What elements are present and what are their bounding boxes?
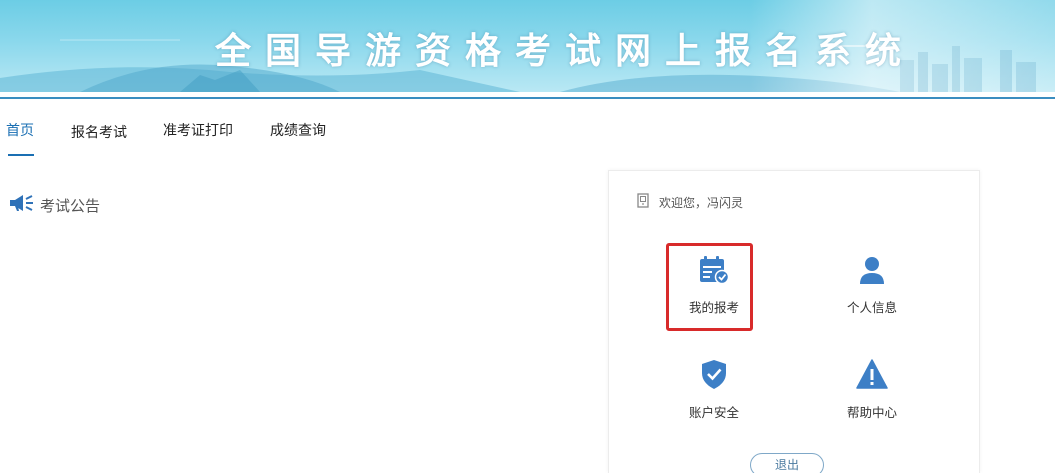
nav-item-admission-ticket[interactable]: 准考证打印 — [163, 120, 233, 140]
tile-personal-info[interactable]: 个人信息 — [817, 255, 927, 316]
header-banner: 全国导游资格考试网上报名系统 — [0, 0, 1055, 92]
calendar-check-icon — [659, 255, 769, 289]
nav-item-home[interactable]: 首页 — [6, 120, 34, 140]
notice-label[interactable]: 考试公告 — [40, 195, 100, 216]
warning-icon — [817, 358, 927, 394]
notice-header: 考试公告 — [8, 193, 100, 217]
welcome-row: 欢迎您，冯闪灵 — [637, 193, 743, 211]
logout-button[interactable]: 退出 — [750, 453, 824, 473]
shield-check-icon — [659, 358, 769, 394]
door-icon — [637, 193, 649, 211]
tile-label: 个人信息 — [846, 300, 897, 315]
user-icon — [817, 255, 927, 289]
tile-label: 我的报考 — [688, 300, 739, 315]
page: 全国导游资格考试网上报名系统 首页 报名考试 准考证打印 成绩查询 考试公告 欢… — [0, 0, 1055, 473]
header-divider — [0, 97, 1055, 99]
tile-help-center[interactable]: 帮助中心 — [817, 358, 927, 421]
tile-label: 帮助中心 — [846, 405, 897, 420]
tile-account-security[interactable]: 账户安全 — [659, 358, 769, 421]
site-title: 全国导游资格考试网上报名系统 — [215, 31, 916, 72]
welcome-text: 欢迎您，冯闪灵 — [659, 195, 744, 210]
tile-label: 账户安全 — [688, 405, 739, 420]
user-panel: 欢迎您，冯闪灵 我的报考 个人信息 账户安全 帮助中心 退出 — [608, 170, 980, 473]
tile-my-registration[interactable]: 我的报考 — [659, 255, 769, 316]
nav-item-score-query[interactable]: 成绩查询 — [270, 120, 326, 140]
nav-active-indicator — [8, 154, 34, 156]
nav-item-register-exam[interactable]: 报名考试 — [71, 122, 127, 142]
megaphone-icon — [8, 193, 34, 217]
